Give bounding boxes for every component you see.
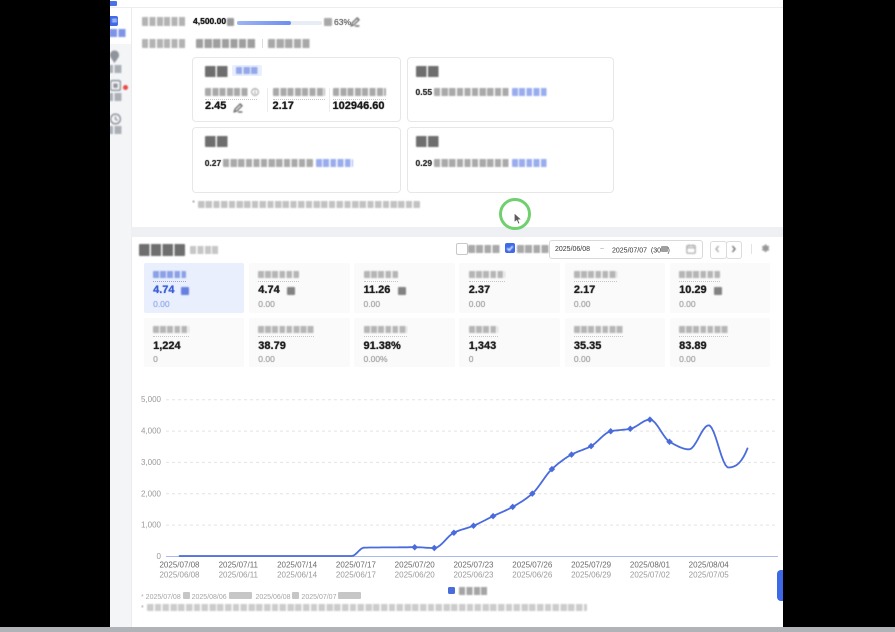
svg-text:2025/07/23: 2025/07/23 <box>453 561 494 570</box>
svg-text:3,000: 3,000 <box>141 458 162 467</box>
svg-text:2025/06/20: 2025/06/20 <box>395 571 436 580</box>
svg-text:2025/07/08: 2025/07/08 <box>159 561 200 570</box>
svg-text:2025/06/26: 2025/06/26 <box>512 571 553 580</box>
svg-text:2025/06/23: 2025/06/23 <box>453 571 494 580</box>
svg-text:2,000: 2,000 <box>141 489 162 498</box>
svg-text:2025/07/29: 2025/07/29 <box>571 561 612 570</box>
svg-text:2025/06/17: 2025/06/17 <box>336 571 377 580</box>
svg-text:2025/07/02: 2025/07/02 <box>630 571 671 580</box>
svg-text:2025/07/11: 2025/07/11 <box>219 561 259 570</box>
svg-text:1,000: 1,000 <box>141 521 162 530</box>
svg-text:2025/07/20: 2025/07/20 <box>395 561 436 570</box>
svg-text:2025/07/17: 2025/07/17 <box>336 561 377 570</box>
svg-text:2025/06/29: 2025/06/29 <box>571 571 612 580</box>
svg-text:4,000: 4,000 <box>141 427 162 436</box>
svg-text:2025/06/08: 2025/06/08 <box>159 571 200 580</box>
svg-text:2025/06/14: 2025/06/14 <box>277 571 318 580</box>
svg-text:2025/07/14: 2025/07/14 <box>277 561 318 570</box>
svg-text:2025/08/04: 2025/08/04 <box>689 561 730 570</box>
svg-text:2025/07/05: 2025/07/05 <box>689 571 730 580</box>
svg-text:5,000: 5,000 <box>141 395 162 404</box>
svg-text:2025/07/26: 2025/07/26 <box>512 561 553 570</box>
svg-text:2025/06/11: 2025/06/11 <box>219 571 259 580</box>
svg-text:2025/08/01: 2025/08/01 <box>630 561 671 570</box>
